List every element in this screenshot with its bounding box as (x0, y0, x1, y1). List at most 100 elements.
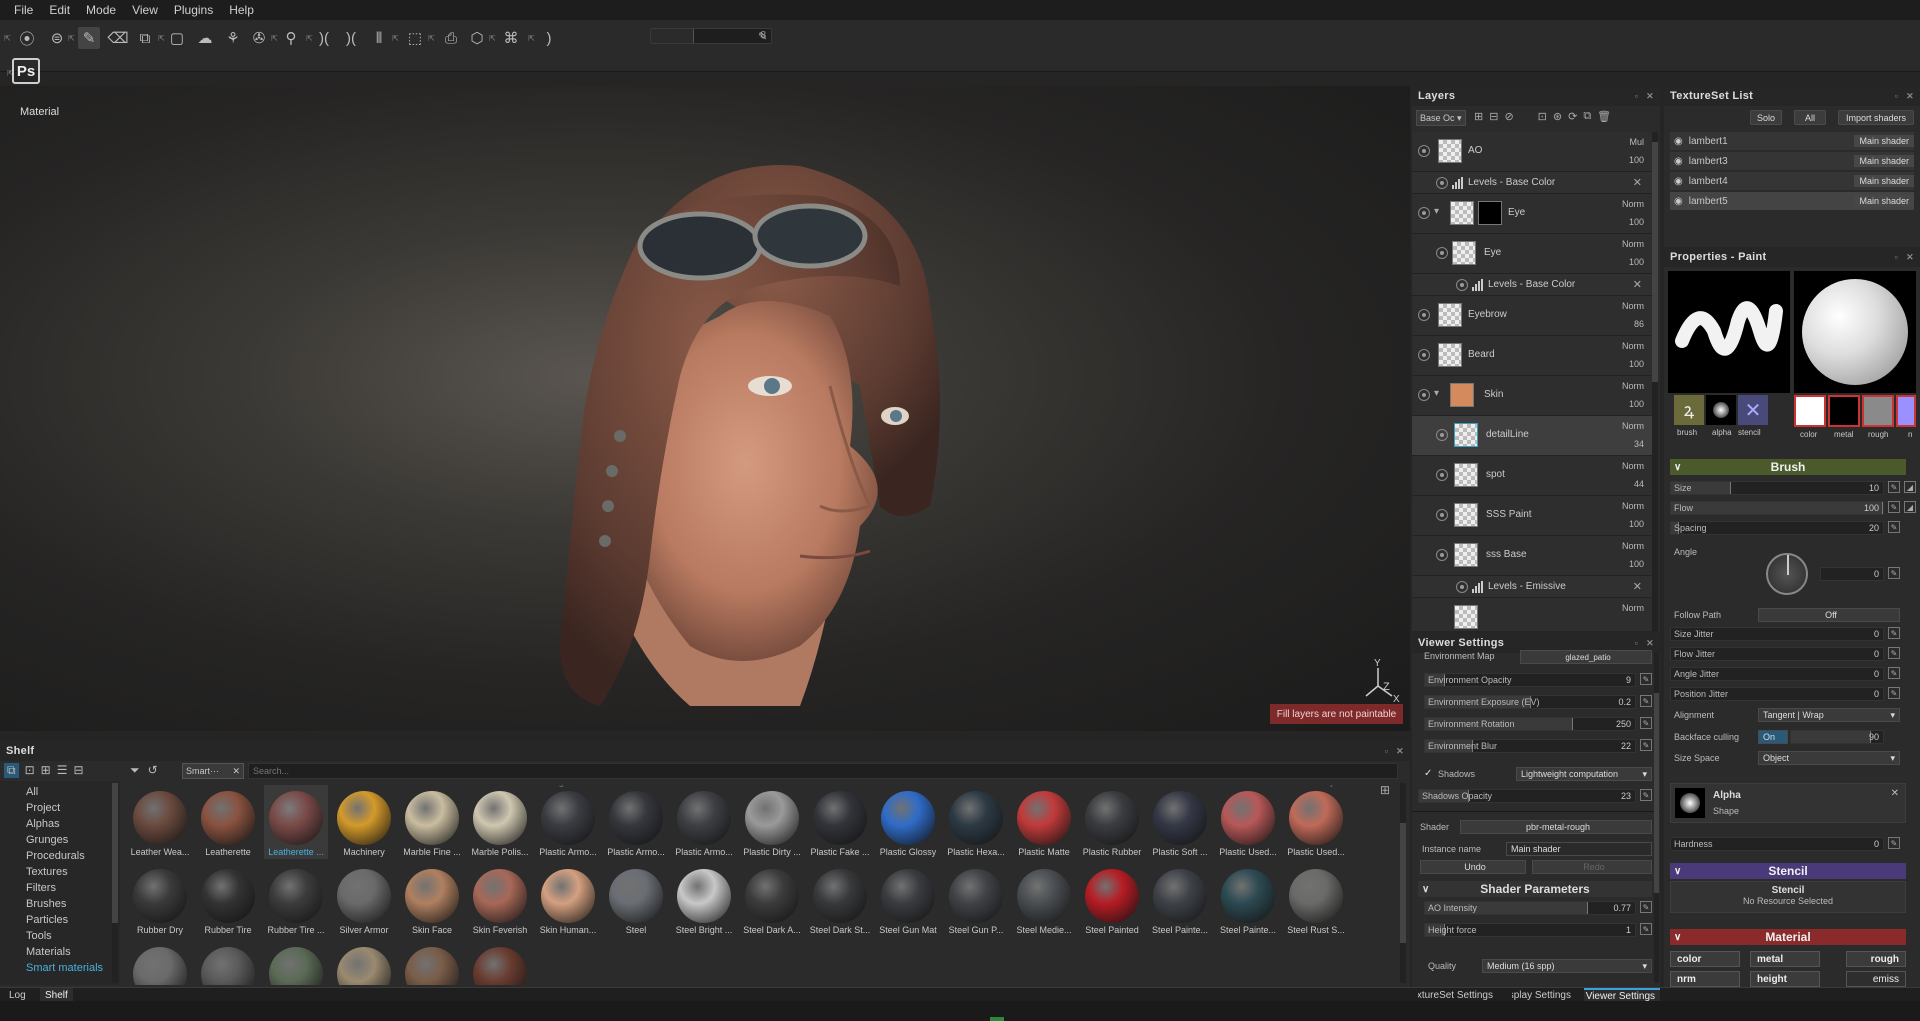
popout-icon[interactable]: ⇱ (270, 27, 279, 49)
rough-channel-swatch[interactable] (1862, 395, 1894, 427)
visibility-icon[interactable] (1436, 469, 1448, 481)
popout-icon[interactable]: ▫ (1635, 638, 1639, 649)
metal-channel-button[interactable]: metal (1750, 951, 1820, 967)
layer-opacity[interactable]: 86 (1634, 319, 1644, 329)
shadows-mode-dropdown[interactable]: Lightweight computation ▾ (1516, 767, 1652, 781)
brush-slot-icon[interactable]: ꝝ (1674, 395, 1704, 425)
layer-blend-mode[interactable]: Norm (1622, 341, 1644, 351)
layer-opacity[interactable]: 100 (1629, 399, 1644, 409)
layer-effect-row[interactable]: Levels - Base Color ✕ (1412, 274, 1652, 296)
close-icon[interactable]: ✕ (1906, 252, 1914, 263)
category-tools[interactable]: Tools (26, 930, 52, 942)
textureset-row[interactable]: ◉ lambert4 Main shader (1670, 172, 1914, 190)
visibility-icon[interactable] (1418, 389, 1430, 401)
visibility-icon[interactable] (1418, 309, 1430, 321)
material-tile[interactable]: Steel Painted (1080, 863, 1144, 937)
material-tile[interactable]: Leatherette (196, 785, 260, 859)
camera-icon[interactable]: ⌘ (500, 27, 522, 49)
cube-icon[interactable]: ⬡ (466, 27, 488, 49)
pen-pressure-icon[interactable]: ✎ (1888, 667, 1900, 679)
popout-icon[interactable]: ▫ (1895, 252, 1899, 263)
project-icon[interactable]: ⦿ (16, 27, 38, 49)
layer-row[interactable]: SSS Paint Norm 100 (1412, 496, 1652, 536)
viewer-scrollbar[interactable] (1654, 653, 1659, 983)
material-tile[interactable]: Plastic Armo... (604, 785, 668, 859)
popout-icon[interactable]: ⇱ (427, 27, 436, 49)
folder-icon[interactable]: ⧉ (4, 763, 19, 778)
material-sphere[interactable] (473, 947, 527, 985)
popout-icon[interactable]: ⇱ (488, 27, 497, 49)
layer-folder-row[interactable]: ▾ Skin Norm 100 (1412, 376, 1652, 416)
category-all[interactable]: All (26, 786, 38, 798)
material-tile[interactable]: Steel Gun Mat (876, 863, 940, 937)
material-tile[interactable]: Plastic Soft ... (1148, 785, 1212, 859)
shadows-checkbox[interactable]: ✓ (1424, 768, 1432, 779)
menu-mode[interactable]: Mode (78, 3, 124, 17)
ao-intensity-slider[interactable]: AO Intensity 0.77 (1424, 901, 1636, 915)
visibility-icon[interactable] (1436, 509, 1448, 521)
smudge-icon[interactable]: ☁ (194, 27, 216, 49)
layer-row-selected[interactable]: detailLine Norm 34 (1412, 416, 1652, 456)
duplicate-icon[interactable]: ⧉ (1583, 110, 1591, 123)
category-procedurals[interactable]: Procedurals (26, 850, 85, 862)
material-tile[interactable]: Skin Face (400, 863, 464, 937)
material-tile[interactable]: Plastic Matte (1012, 785, 1076, 859)
material-tile[interactable]: Plastic Fake ... (808, 785, 872, 859)
material-tile[interactable]: Plastic Rubber (1080, 785, 1144, 859)
height-channel-button[interactable]: height (1750, 971, 1820, 987)
normal-channel-swatch[interactable] (1896, 395, 1916, 427)
material-tile[interactable]: Plastic Dirty ... (740, 785, 804, 859)
material-tile[interactable]: Plastic Glossy (876, 785, 940, 859)
layer-blend-mode[interactable]: Norm (1622, 603, 1644, 613)
collapse-icon[interactable]: ⊟ (73, 763, 83, 778)
popout-icon[interactable]: ⇱ (391, 27, 400, 49)
close-icon[interactable]: ✕ (1646, 638, 1654, 649)
edit-icon[interactable]: ✎ (1640, 717, 1652, 729)
edit-icon[interactable]: ✎ (1640, 901, 1652, 913)
symmetry-half-icon[interactable]: ) (538, 27, 560, 49)
layer-folder-row[interactable]: ▾ Eye Norm 100 (1412, 194, 1652, 234)
filter-tag[interactable]: Smart··· ✕ (182, 763, 244, 779)
close-icon[interactable]: ✕ (232, 766, 240, 777)
layer-opacity[interactable]: 44 (1634, 479, 1644, 489)
layer-effect-row[interactable]: Levels - Base Color ✕ (1412, 172, 1652, 194)
category-smart-materials[interactable]: Smart materials (26, 962, 103, 974)
environment-blur-slider[interactable]: Environment Blur 22 (1424, 739, 1636, 753)
tab-textureset-settings[interactable]: TextureSet Settings (1418, 988, 1498, 1002)
material-tile[interactable]: Marble Fine ... (400, 785, 464, 859)
color-picker-icon[interactable]: ⚲ (280, 27, 302, 49)
layer-opacity[interactable]: 100 (1629, 559, 1644, 569)
radio-icon[interactable]: ◉ (1674, 176, 1683, 187)
layer-blend-mode[interactable]: Norm (1622, 301, 1644, 311)
pen-icon[interactable]: ✎ (758, 30, 767, 43)
add-folder-icon[interactable]: ⊡ (1538, 110, 1547, 123)
material-sphere[interactable] (133, 947, 187, 985)
menu-view[interactable]: View (124, 3, 166, 17)
paint-brush-icon[interactable]: ✎ (78, 27, 100, 49)
tab-log[interactable]: Log (4, 988, 31, 1002)
visibility-icon[interactable] (1456, 279, 1468, 291)
material-tile[interactable]: Steel Painte... (1216, 863, 1280, 937)
category-particles[interactable]: Particles (26, 914, 68, 926)
edit-icon[interactable]: ✎ (1640, 923, 1652, 935)
menu-file[interactable]: File (6, 3, 41, 17)
visibility-icon[interactable] (1436, 549, 1448, 561)
refresh-icon[interactable]: ↺ (148, 763, 158, 778)
projection-icon[interactable]: ⧉ (134, 27, 156, 49)
shader-button[interactable]: Main shader (1854, 195, 1914, 207)
material-tile[interactable]: Leather Wea... (128, 785, 192, 859)
layer-opacity[interactable]: 100 (1629, 359, 1644, 369)
material-tile[interactable]: Rubber Tire (196, 863, 260, 937)
size-jitter-slider[interactable]: Size Jitter 0 (1670, 627, 1884, 641)
visibility-icon[interactable] (1436, 247, 1448, 259)
environment-rotation-slider[interactable]: Environment Rotation 250 (1424, 717, 1636, 731)
layer-row[interactable]: Norm (1412, 598, 1652, 631)
edit-icon[interactable]: ✎ (1640, 789, 1652, 801)
visibility-icon[interactable] (1436, 177, 1448, 189)
menu-edit[interactable]: Edit (41, 3, 78, 17)
alpha-slot-icon[interactable] (1706, 395, 1736, 425)
popout-icon[interactable]: ⇱ (67, 27, 76, 49)
undo-button[interactable]: Undo (1420, 860, 1526, 874)
remove-effect-icon[interactable]: ✕ (1633, 580, 1642, 593)
layer-blend-mode[interactable]: Norm (1622, 501, 1644, 511)
